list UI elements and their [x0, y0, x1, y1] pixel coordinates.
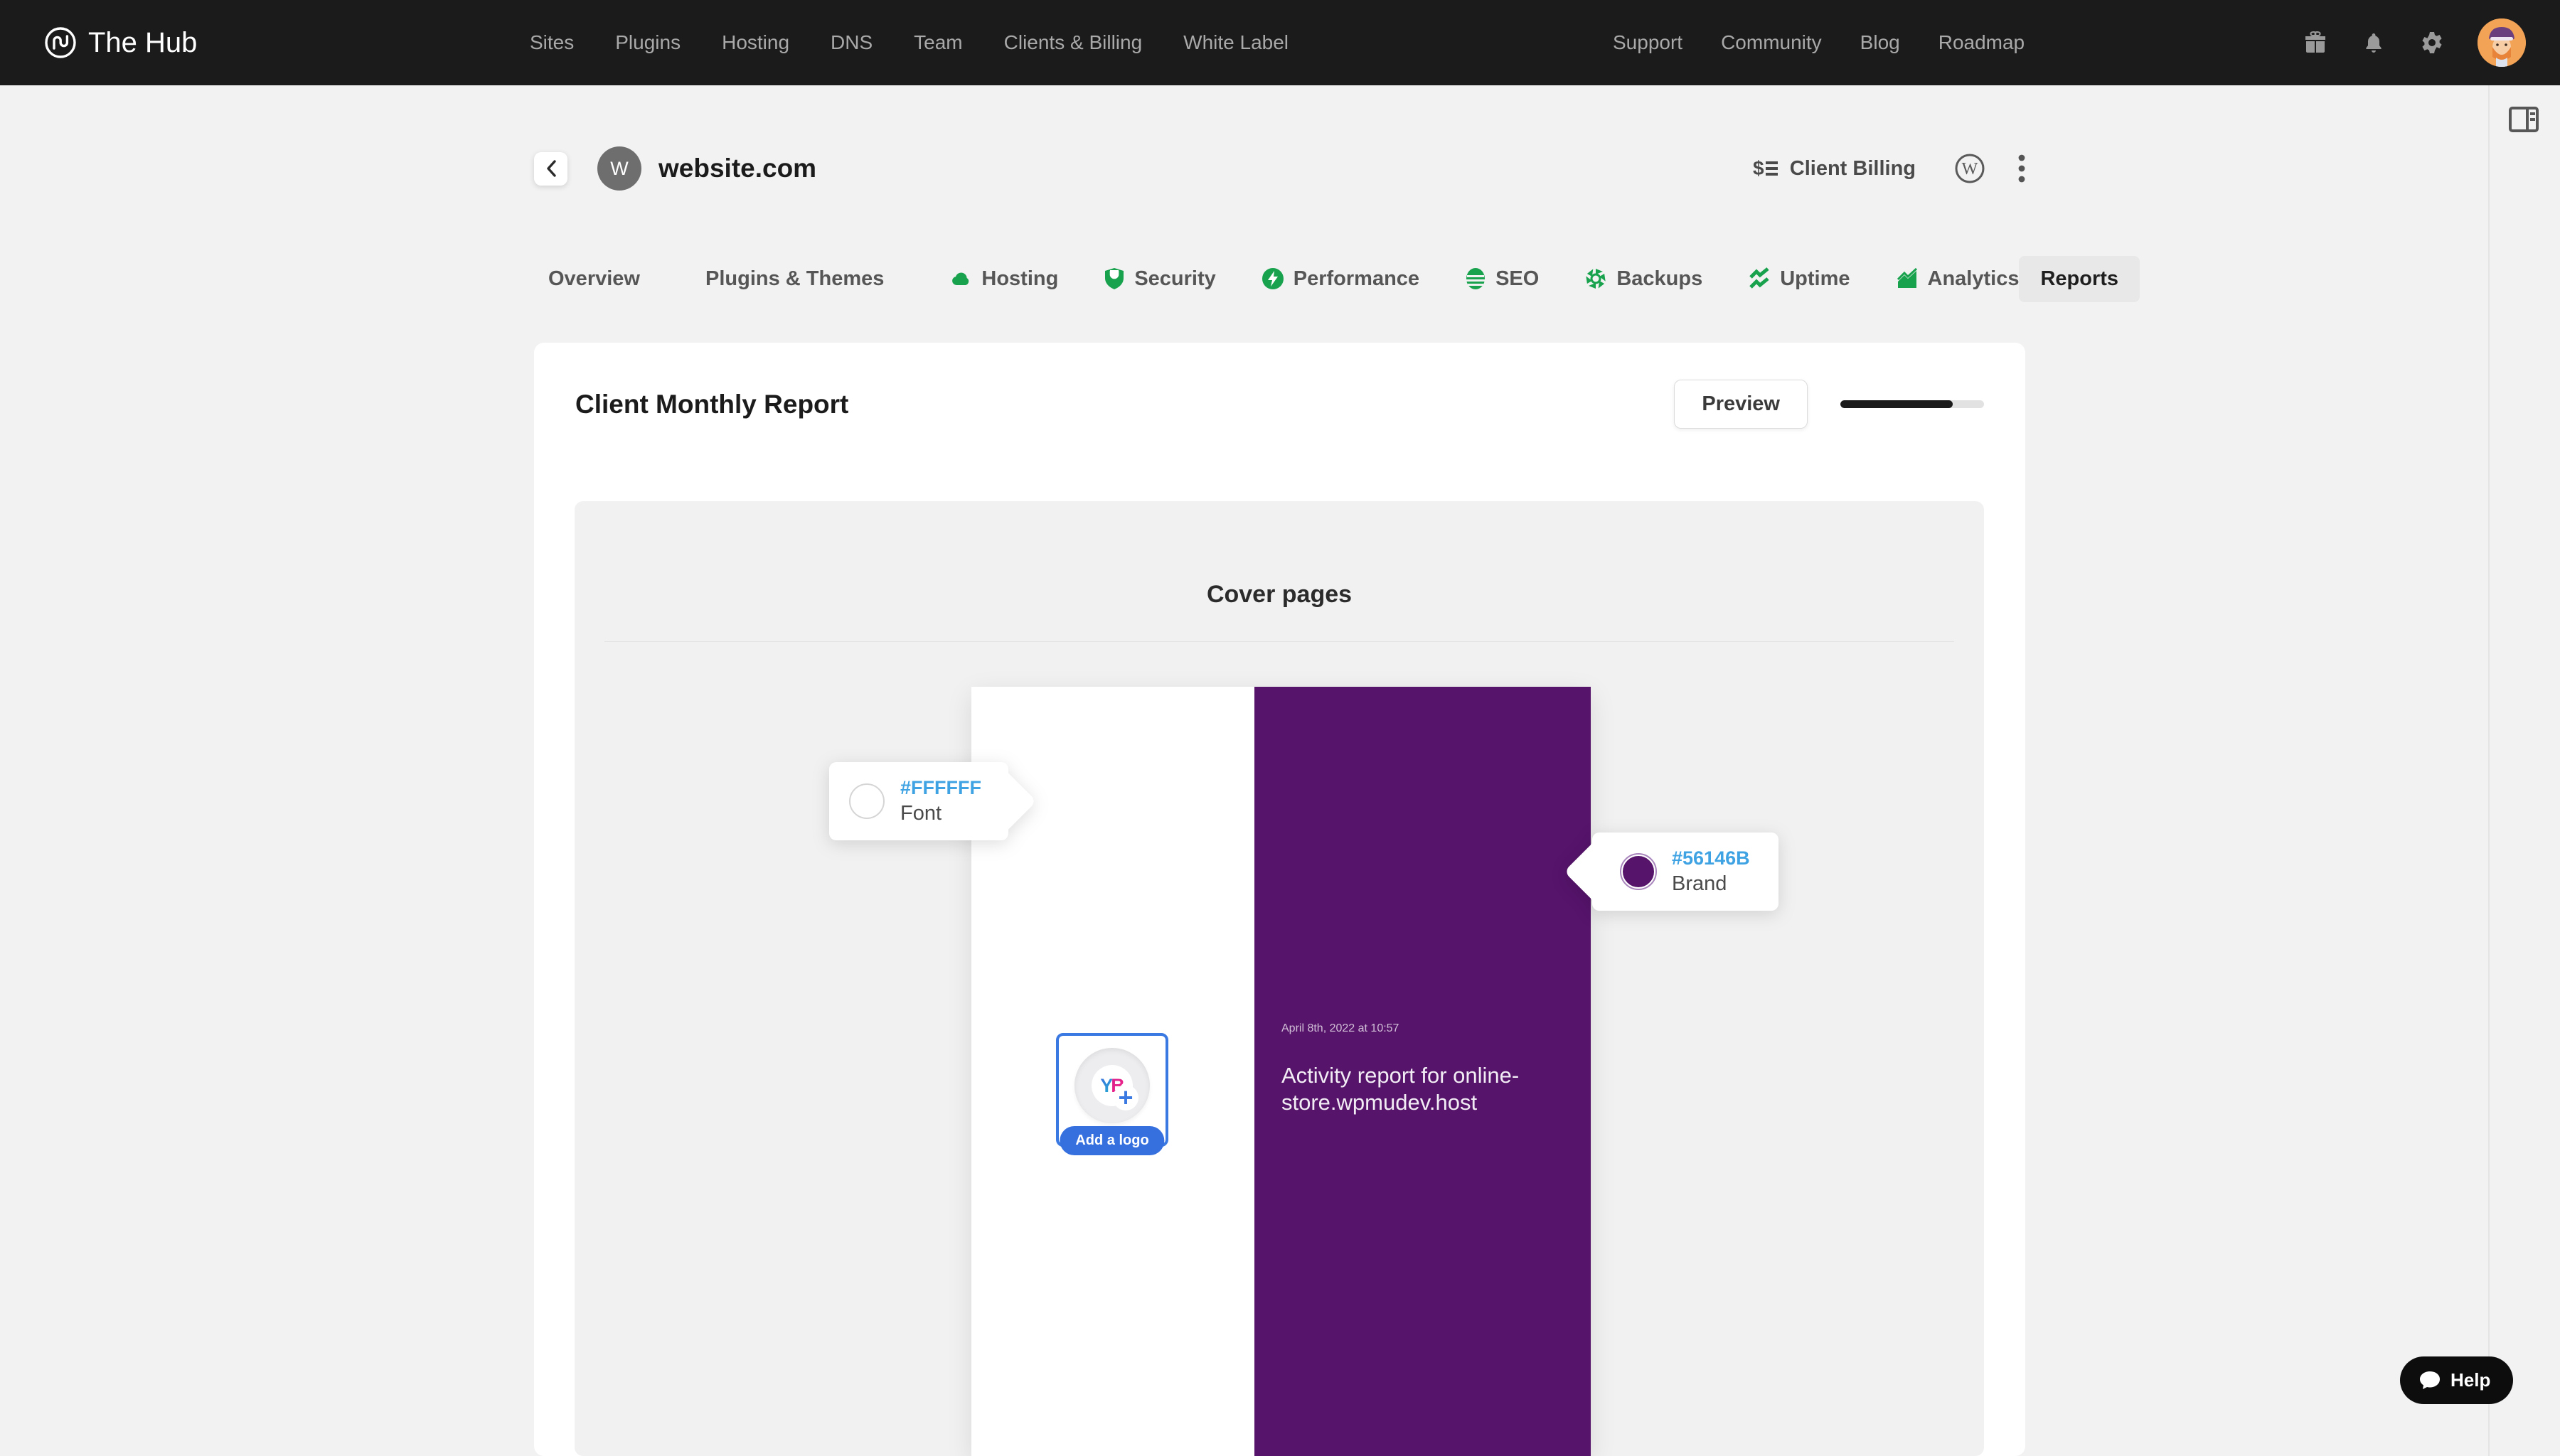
- wordpress-icon[interactable]: W: [1954, 153, 1985, 184]
- site-initial-avatar: W: [597, 146, 641, 191]
- hub-brand[interactable]: The Hub: [44, 0, 197, 85]
- tab-performance[interactable]: Performance: [1262, 267, 1419, 291]
- user-avatar[interactable]: [2478, 18, 2526, 67]
- right-rail-divider: [2488, 85, 2490, 1456]
- nav-white-label[interactable]: White Label: [1183, 31, 1289, 54]
- performance-bolt-icon: [1262, 267, 1284, 290]
- nav-sites[interactable]: Sites: [530, 31, 574, 54]
- site-name: website.com: [658, 154, 816, 183]
- security-shield-icon: [1104, 267, 1125, 290]
- tab-hosting[interactable]: Hosting: [949, 267, 1058, 291]
- cover-preview: YB + Add a logo April 8th, 2022 at 10:57…: [971, 687, 1591, 1456]
- client-billing-label: Client Billing: [1790, 157, 1916, 181]
- hub-brand-label: The Hub: [88, 27, 197, 59]
- cover-front-page: April 8th, 2022 at 10:57 Activity report…: [1254, 687, 1591, 1456]
- nav-blog[interactable]: Blog: [1860, 31, 1900, 54]
- help-button[interactable]: Help: [2400, 1356, 2513, 1404]
- navbar-primary-links: Sites Plugins Hosting DNS Team Clients &…: [530, 0, 1289, 85]
- side-panel-toggle-icon[interactable]: [2509, 107, 2539, 132]
- nav-clients-billing[interactable]: Clients & Billing: [1004, 31, 1143, 54]
- report-title: Client Monthly Report: [575, 390, 848, 419]
- tab-security[interactable]: Security: [1104, 267, 1215, 291]
- tab-seo[interactable]: SEO: [1465, 267, 1539, 291]
- back-button[interactable]: [534, 152, 567, 186]
- site-header: W website.com $ Client Billing W: [534, 144, 2025, 193]
- gear-icon[interactable]: [2419, 30, 2445, 55]
- tab-plugins-themes[interactable]: Plugins & Themes: [705, 267, 884, 291]
- svg-text:$: $: [1753, 157, 1764, 179]
- nav-dns[interactable]: DNS: [831, 31, 873, 54]
- tab-reports[interactable]: Reports: [2019, 256, 2140, 302]
- tab-uptime[interactable]: Uptime: [1748, 267, 1850, 291]
- nav-team[interactable]: Team: [914, 31, 962, 54]
- report-card-header: Client Monthly Report Preview: [534, 343, 2025, 429]
- preview-button[interactable]: Preview: [1674, 380, 1808, 429]
- nav-hosting[interactable]: Hosting: [722, 31, 789, 54]
- gift-icon[interactable]: [2303, 30, 2328, 55]
- client-billing-button[interactable]: $ Client Billing: [1753, 157, 1916, 181]
- help-label: Help: [2450, 1369, 2490, 1391]
- chat-bubble-icon: [2418, 1370, 2441, 1391]
- site-tabs: Overview Plugins & Themes Hosting Securi…: [534, 250, 2025, 307]
- wpmudev-logo-icon: [44, 26, 77, 59]
- navbar-secondary-links: Support Community Blog Roadmap: [1613, 0, 2025, 85]
- cover-headline: Activity report for online-store.wpmudev…: [1281, 1062, 1545, 1116]
- nav-roadmap[interactable]: Roadmap: [1938, 31, 2025, 54]
- tab-overview[interactable]: Overview: [548, 267, 640, 291]
- tab-backups[interactable]: Backups: [1584, 267, 1702, 291]
- font-color-tag[interactable]: #FFFFFF Font: [829, 762, 1008, 840]
- logo-ring: YB +: [1074, 1048, 1150, 1123]
- kebab-menu-icon[interactable]: [2018, 154, 2025, 183]
- cover-pages-divider: [604, 641, 1954, 642]
- brand-tag-label: Brand: [1672, 872, 1750, 896]
- logo-upload-box[interactable]: YB + Add a logo: [1056, 1033, 1168, 1147]
- brand-color-swatch[interactable]: [1621, 854, 1656, 889]
- analytics-chart-icon: [1896, 267, 1919, 290]
- report-progress-fill: [1840, 400, 1953, 408]
- font-tag-label: Font: [900, 802, 981, 825]
- backups-aperture-icon: [1584, 267, 1607, 290]
- hosting-cloud-icon: [949, 267, 972, 290]
- client-monthly-report-card: Client Monthly Report Preview Cover page…: [534, 343, 2025, 1456]
- seo-icon: [1465, 267, 1486, 290]
- nav-plugins[interactable]: Plugins: [615, 31, 681, 54]
- cover-pages-panel: Cover pages YB + Add a logo: [575, 501, 1984, 1456]
- billing-icon: $: [1753, 157, 1778, 180]
- nav-support[interactable]: Support: [1613, 31, 1682, 54]
- brand-color-tag[interactable]: #56146B Brand: [1592, 833, 1778, 911]
- svg-text:W: W: [1962, 160, 1978, 178]
- brand-hex-value: #56146B: [1672, 847, 1750, 869]
- bell-icon[interactable]: [2361, 30, 2386, 55]
- uptime-zigzag-icon: [1748, 267, 1771, 290]
- cover-pages-title: Cover pages: [575, 581, 1984, 609]
- report-progress-bar: [1840, 400, 1984, 408]
- add-logo-button[interactable]: Add a logo: [1060, 1126, 1164, 1155]
- navbar-icon-cluster: [2303, 0, 2526, 85]
- font-hex-value: #FFFFFF: [900, 777, 981, 799]
- font-color-swatch[interactable]: [849, 783, 885, 819]
- top-navbar: The Hub Sites Plugins Hosting DNS Team C…: [0, 0, 2560, 85]
- add-logo-plus-icon[interactable]: +: [1113, 1085, 1138, 1110]
- tab-analytics[interactable]: Analytics: [1896, 267, 2020, 291]
- cover-date: April 8th, 2022 at 10:57: [1281, 1022, 1399, 1035]
- nav-community[interactable]: Community: [1721, 31, 1822, 54]
